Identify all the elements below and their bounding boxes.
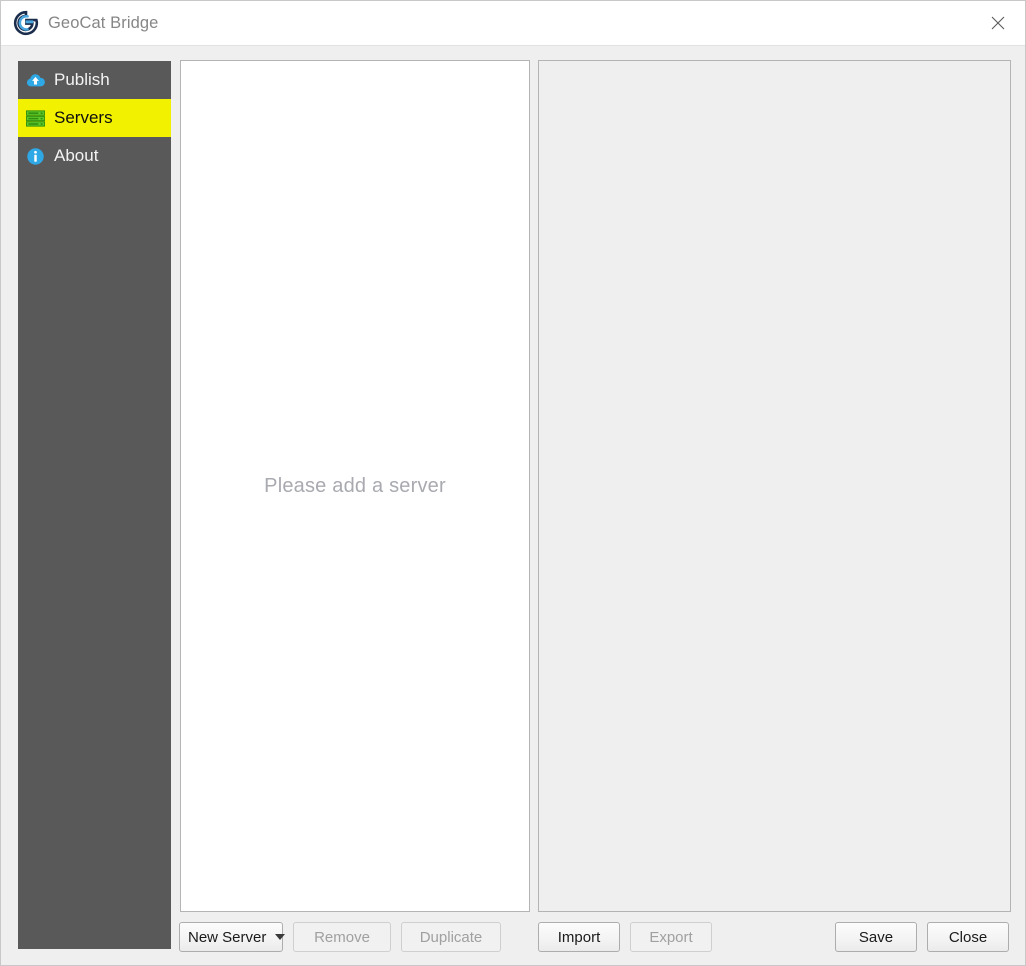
sidebar-item-label: About bbox=[54, 146, 99, 165]
server-detail-panel bbox=[538, 60, 1011, 912]
info-circle-icon bbox=[24, 145, 46, 167]
sidebar-item-label: Publish bbox=[54, 70, 110, 89]
sidebar-item-publish[interactable]: Publish bbox=[18, 61, 171, 99]
sidebar-item-servers[interactable]: Servers bbox=[18, 99, 171, 137]
server-list-toolbar: New Server Remove Duplicate bbox=[179, 922, 501, 952]
geocat-g-logo-icon bbox=[13, 10, 39, 36]
server-stack-icon bbox=[24, 107, 46, 129]
sidebar-item-label: Servers bbox=[54, 108, 113, 127]
dialog-actions-toolbar: Save Close bbox=[835, 922, 1009, 952]
app-title: GeoCat Bridge bbox=[48, 13, 159, 32]
save-button[interactable]: Save bbox=[835, 922, 917, 952]
app-window: GeoCat Bridge Publish Servers About Plea… bbox=[0, 0, 1026, 966]
title-bar: GeoCat Bridge bbox=[1, 1, 1025, 46]
import-button[interactable]: Import bbox=[538, 922, 620, 952]
chevron-down-icon bbox=[275, 934, 286, 940]
server-list-panel[interactable]: Please add a server bbox=[180, 60, 530, 912]
new-server-button[interactable]: New Server bbox=[179, 922, 286, 952]
close-button[interactable]: Close bbox=[927, 922, 1009, 952]
remove-button[interactable]: Remove bbox=[293, 922, 391, 952]
body-area: Publish Servers About Please add a serve… bbox=[1, 46, 1025, 965]
sidebar: Publish Servers About bbox=[18, 61, 171, 949]
duplicate-button[interactable]: Duplicate bbox=[401, 922, 501, 952]
export-button[interactable]: Export bbox=[630, 922, 712, 952]
import-export-toolbar: Import Export bbox=[538, 922, 712, 952]
new-server-button-label: New Server bbox=[188, 928, 267, 946]
cloud-upload-icon bbox=[24, 69, 46, 91]
close-icon[interactable] bbox=[971, 1, 1025, 45]
sidebar-item-about[interactable]: About bbox=[18, 137, 171, 175]
server-list-empty-message: Please add a server bbox=[264, 474, 446, 497]
